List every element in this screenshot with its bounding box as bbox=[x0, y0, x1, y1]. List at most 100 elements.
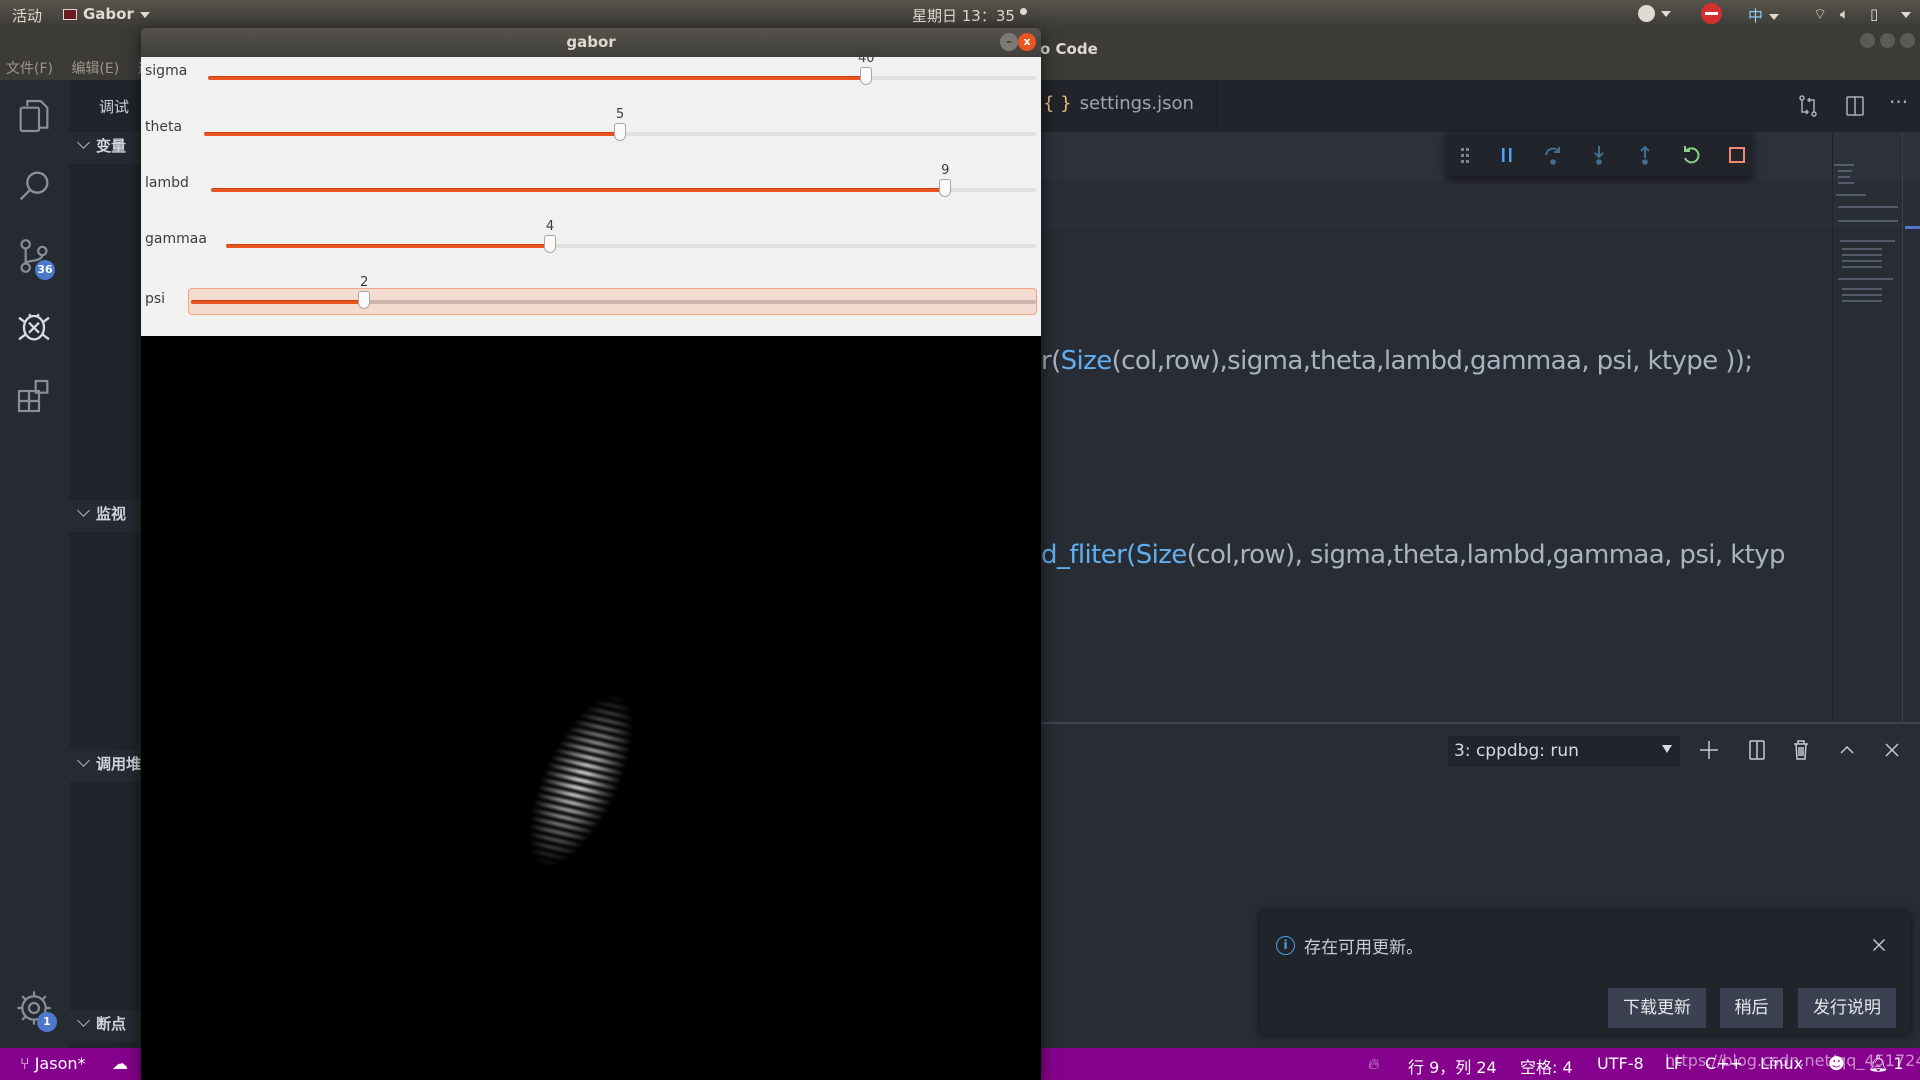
trackbar-value: 4 bbox=[545, 219, 555, 234]
json-file-icon: { } bbox=[1043, 93, 1072, 114]
step-out-icon[interactable] bbox=[1633, 143, 1657, 167]
open-changes-icon[interactable] bbox=[1796, 94, 1820, 118]
menu-edit[interactable]: 编辑(E) bbox=[71, 61, 119, 77]
debug-sidebar: 调试 变量 监视 调用堆 断点 bbox=[69, 80, 141, 1048]
menu-file[interactable]: 文件(F) bbox=[6, 61, 53, 77]
do-not-disturb-icon[interactable] bbox=[1701, 3, 1722, 28]
notification-dot-icon bbox=[1019, 8, 1027, 15]
trackbar-track[interactable] bbox=[191, 291, 1036, 309]
close-button[interactable] bbox=[1900, 33, 1915, 48]
section-breakpoints-label: 断点 bbox=[96, 1015, 127, 1033]
close-panel-icon[interactable] bbox=[1880, 738, 1904, 762]
encoding[interactable]: UTF-8 bbox=[1597, 1054, 1644, 1073]
release-notes-button[interactable]: 发行说明 bbox=[1798, 988, 1896, 1028]
stop-icon[interactable] bbox=[1725, 143, 1749, 167]
split-editor-icon[interactable] bbox=[1843, 94, 1867, 118]
activity-bar: 36 1 bbox=[0, 80, 69, 1048]
clock-text: 星期日 13：35 bbox=[912, 7, 1015, 25]
scrollbar-thumb[interactable] bbox=[1905, 226, 1920, 229]
trackbar-label: lambd bbox=[145, 175, 189, 191]
system-menu[interactable] bbox=[1895, 5, 1911, 23]
volume-icon[interactable]: 🔈︎ bbox=[1840, 5, 1849, 23]
gabor-title-bar[interactable]: gabor – x bbox=[141, 28, 1041, 57]
explorer-icon[interactable] bbox=[14, 96, 54, 136]
trackbar-track[interactable] bbox=[211, 179, 1036, 197]
trackbar-label: sigma bbox=[145, 63, 188, 79]
trash-icon[interactable] bbox=[1789, 738, 1813, 762]
trackbar-gammaa: gammaa 4 bbox=[141, 219, 1041, 281]
more-actions-icon[interactable]: ··· bbox=[1889, 90, 1913, 114]
branch-icon: ⑂ bbox=[20, 1054, 30, 1073]
clock[interactable]: 星期日 13：35 bbox=[912, 5, 1027, 26]
accessibility-menu[interactable] bbox=[1638, 4, 1671, 22]
activities-button[interactable]: 活动 bbox=[12, 5, 42, 26]
info-icon: i bbox=[1276, 936, 1295, 955]
tab-settings-json[interactable]: { } settings.json bbox=[1041, 80, 1217, 132]
tab-label: settings.json bbox=[1079, 93, 1194, 114]
split-terminal-icon[interactable] bbox=[1745, 738, 1769, 762]
chevron-down-icon bbox=[1901, 11, 1911, 18]
maximize-panel-icon[interactable] bbox=[1835, 738, 1859, 762]
trackbar-value: 5 bbox=[615, 107, 625, 122]
extensions-icon[interactable] bbox=[14, 376, 54, 416]
app-menu[interactable]: Gabor bbox=[63, 5, 150, 23]
wifi-icon[interactable]: ⌔ bbox=[1813, 5, 1827, 24]
app-name: Gabor bbox=[83, 5, 134, 23]
restart-icon[interactable] bbox=[1679, 143, 1703, 167]
trackbar-fill bbox=[226, 244, 550, 248]
minimize-button[interactable]: – bbox=[1000, 33, 1018, 51]
dropdown-arrow-icon bbox=[1662, 745, 1672, 753]
editor-scrollbar[interactable] bbox=[1902, 132, 1920, 722]
sync-cloud-icon[interactable]: ☁ bbox=[112, 1054, 128, 1073]
trackbar-fill bbox=[191, 300, 365, 304]
minimize-button[interactable] bbox=[1860, 33, 1875, 48]
trackbar-track[interactable] bbox=[226, 235, 1036, 253]
section-variables-label: 变量 bbox=[96, 137, 127, 155]
trackbar-psi: psi 2 bbox=[141, 275, 1041, 337]
minimap[interactable] bbox=[1832, 160, 1902, 720]
drag-handle-icon[interactable] bbox=[1453, 143, 1477, 167]
section-call-stack[interactable]: 调用堆 bbox=[69, 750, 141, 782]
new-terminal-icon[interactable] bbox=[1697, 738, 1721, 762]
trackbar-thumb[interactable] bbox=[358, 291, 371, 309]
trackbar-thumb[interactable] bbox=[860, 67, 873, 85]
later-button[interactable]: 稍后 bbox=[1720, 988, 1783, 1028]
chevron-down-icon bbox=[77, 504, 90, 517]
debug-icon[interactable] bbox=[14, 306, 54, 346]
trackbar-thumb[interactable] bbox=[939, 179, 952, 197]
trackbar-thumb[interactable] bbox=[614, 123, 626, 141]
trackbar-thumb[interactable] bbox=[544, 235, 556, 253]
pause-icon[interactable] bbox=[1495, 143, 1519, 167]
step-into-icon[interactable] bbox=[1587, 143, 1611, 167]
branch-name: Jason* bbox=[34, 1054, 86, 1073]
step-over-icon[interactable] bbox=[1541, 143, 1565, 167]
code-editor[interactable]: r(Size(col,row),sigma,theta,lambd,gammaa… bbox=[1041, 132, 1920, 722]
input-method-menu[interactable]: 中 bbox=[1748, 5, 1780, 26]
section-variables[interactable]: 变量 bbox=[69, 132, 141, 164]
close-notification-icon[interactable] bbox=[1868, 934, 1890, 956]
terminal-select[interactable]: 3: cppdbg: run bbox=[1448, 736, 1680, 767]
search-icon[interactable] bbox=[14, 166, 54, 206]
battery-icon[interactable]: ▯ bbox=[1870, 5, 1878, 23]
cursor-position[interactable]: 行 9，列 24 bbox=[1408, 1054, 1497, 1078]
app-icon bbox=[63, 9, 77, 20]
code-line: r(Size(col,row),sigma,theta,lambd,gammaa… bbox=[1041, 346, 1753, 376]
close-button[interactable]: x bbox=[1018, 33, 1036, 51]
maximize-button[interactable] bbox=[1880, 33, 1895, 48]
indentation[interactable]: 空格: 4 bbox=[1520, 1054, 1573, 1078]
debug-toolbar bbox=[1445, 133, 1753, 176]
trackbar-sigma: sigma 40 bbox=[141, 51, 1041, 113]
flame-icon[interactable]: 🔥︎ bbox=[1368, 1054, 1380, 1074]
section-watch[interactable]: 监视 bbox=[69, 500, 141, 532]
trackbar-theta: theta 5 bbox=[141, 107, 1041, 169]
sidebar-title: 调试 bbox=[99, 98, 130, 116]
download-update-button[interactable]: 下载更新 bbox=[1608, 988, 1706, 1028]
section-breakpoints[interactable]: 断点 bbox=[69, 1010, 141, 1042]
system-top-bar: 活动 Gabor 星期日 13：35 中 ⌔ 🔈︎ ▯ bbox=[0, 0, 1920, 28]
branch-indicator[interactable]: ⑂ Jason* bbox=[20, 1054, 86, 1073]
trackbar-track[interactable] bbox=[204, 123, 1036, 141]
gabor-kernel-image bbox=[141, 336, 1041, 1080]
trackbar-track[interactable] bbox=[208, 67, 1036, 85]
trackbar-panel: sigma 40 theta 5 lambd 9 gammaa 4 psi 2 bbox=[141, 51, 1041, 337]
chevron-down-icon bbox=[1661, 10, 1671, 17]
